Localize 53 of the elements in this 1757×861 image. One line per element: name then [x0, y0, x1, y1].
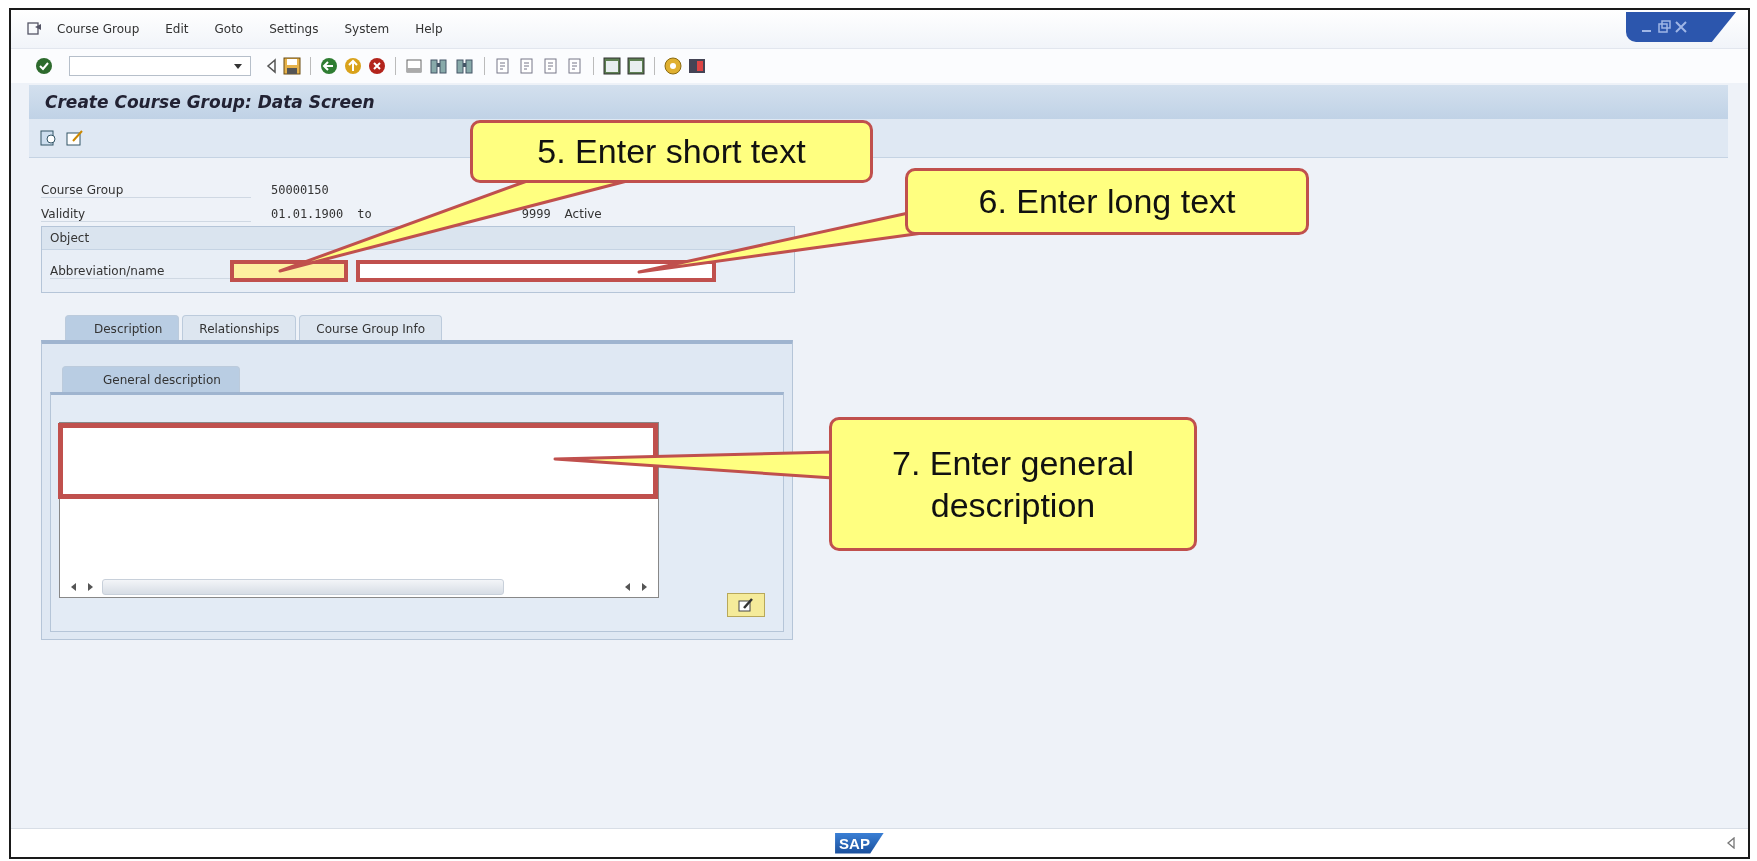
field-label: Validity: [41, 206, 251, 222]
binoculars-icon[interactable]: [455, 57, 475, 75]
screen-title: Create Course Group: Data Screen: [29, 85, 1728, 119]
input-field[interactable]: [230, 260, 348, 282]
tab[interactable]: General description: [62, 366, 240, 392]
binoculars-icon[interactable]: [429, 57, 449, 75]
scroll-right-icon[interactable]: [640, 582, 648, 592]
command-field[interactable]: [69, 56, 251, 76]
menu-item[interactable]: Edit: [165, 22, 189, 36]
scroll-left-icon[interactable]: [624, 582, 632, 592]
field-label: to: [357, 207, 372, 221]
menu-item[interactable]: Goto: [214, 22, 244, 36]
text-editor[interactable]: [59, 422, 659, 598]
caret-icon[interactable]: [234, 63, 242, 69]
floppy-icon[interactable]: [283, 57, 301, 75]
help-icon[interactable]: [664, 57, 682, 75]
field-label: Abbreviation/name: [50, 263, 230, 279]
menu-icon[interactable]: [27, 22, 43, 36]
tab[interactable]: Description: [65, 315, 180, 340]
scroll-right-icon[interactable]: [86, 582, 94, 592]
field-value: 01.01.1900: [271, 207, 344, 221]
edit-button[interactable]: [727, 593, 765, 617]
menu-item[interactable]: Help: [415, 22, 443, 36]
triangle-left-icon[interactable]: [1726, 837, 1736, 849]
field-value: 9999: [521, 207, 551, 221]
document-icon[interactable]: [39, 129, 59, 147]
input-field[interactable]: [356, 260, 716, 282]
field-value: 50000150: [271, 183, 329, 197]
layout-icon[interactable]: [603, 57, 621, 75]
menu-item[interactable]: Course Group: [57, 22, 140, 36]
group-title: Object: [42, 227, 794, 250]
cancel-icon[interactable]: [368, 57, 386, 75]
callout: 6. Enter long text: [905, 168, 1309, 235]
restore-icon[interactable]: [1657, 20, 1671, 34]
scroll-thumb[interactable]: [102, 579, 504, 595]
scroll-left-icon[interactable]: [70, 582, 78, 592]
tab[interactable]: Course Group Info: [299, 315, 443, 340]
sap-logo: SAP: [835, 832, 884, 854]
arrow-circle-icon[interactable]: [320, 57, 338, 75]
layout-icon[interactable]: [627, 57, 645, 75]
menu-item[interactable]: System: [344, 22, 390, 36]
pencil-icon: [738, 598, 754, 612]
check-icon[interactable]: [35, 57, 53, 75]
edit-page-icon[interactable]: [65, 129, 85, 147]
arrow-left-icon[interactable]: [265, 58, 277, 74]
callout: 7. Enter general description: [829, 417, 1197, 551]
field-label: Course Group: [41, 182, 251, 198]
menu-item[interactable]: Settings: [269, 22, 319, 36]
close-icon[interactable]: [1674, 20, 1688, 34]
monitor-icon[interactable]: [688, 57, 706, 75]
tab[interactable]: Relationships: [182, 315, 297, 340]
callout: 5. Enter short text: [470, 120, 873, 183]
status-text: Active: [564, 207, 602, 221]
